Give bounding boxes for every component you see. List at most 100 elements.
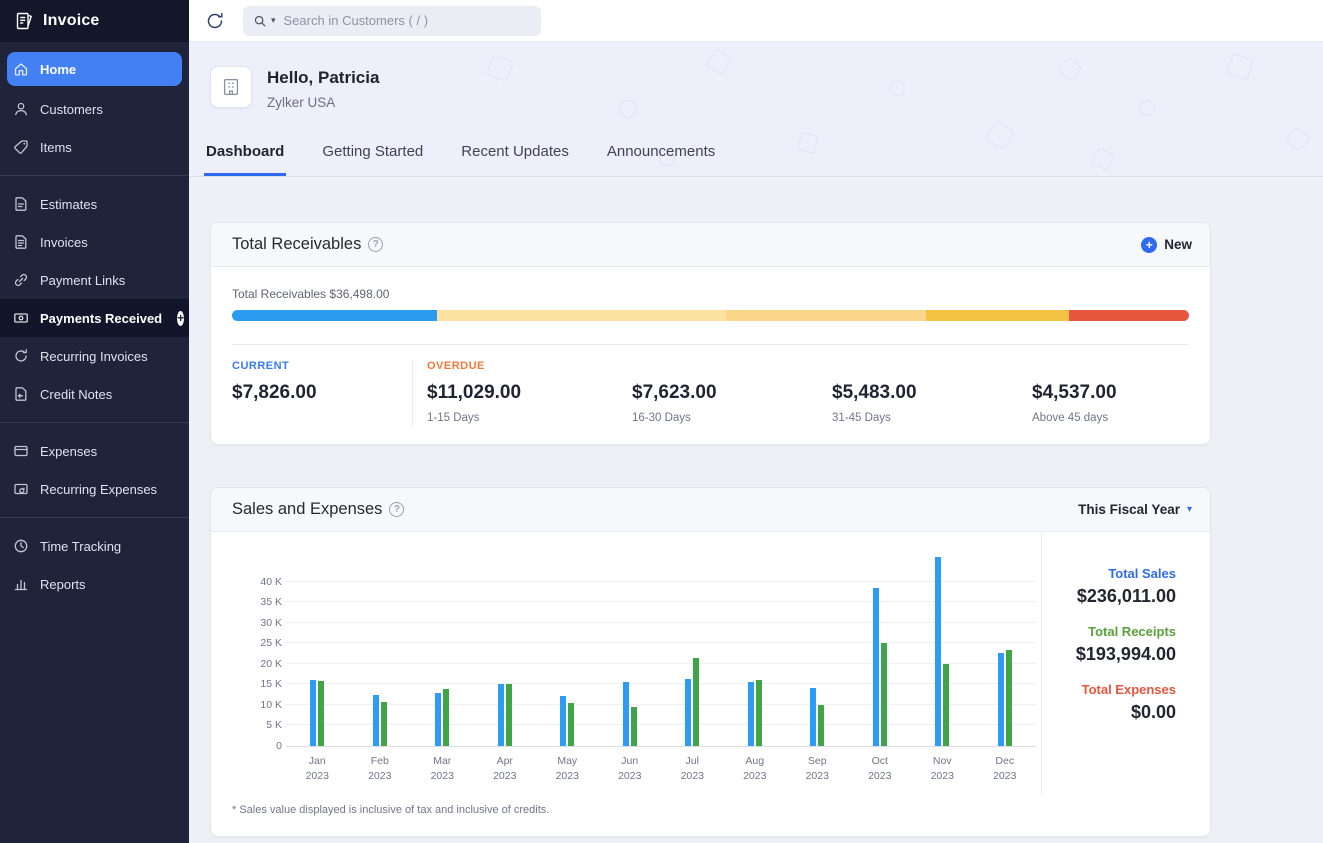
sales-bar: [373, 695, 379, 746]
page-content: Total Receivables ? + New Total Receivab…: [189, 177, 1323, 843]
decorative-doodle: [705, 48, 733, 76]
decorative-doodle: [619, 100, 637, 118]
sidebar-divider: [0, 422, 189, 423]
sidebar-item-label: Time Tracking: [40, 539, 121, 554]
sales-bar: [310, 680, 316, 746]
org-avatar[interactable]: [210, 66, 252, 108]
sidebar-item-expenses[interactable]: Expenses: [0, 432, 189, 470]
sidebar-item-label: Customers: [40, 102, 103, 117]
tab-recent-updates[interactable]: Recent Updates: [459, 143, 571, 176]
decorative-doodle: [1285, 126, 1310, 151]
y-axis-tick: 35 K: [236, 596, 282, 608]
decorative-doodle: [1226, 53, 1254, 81]
home-icon: [13, 61, 29, 77]
receipts-bar: [506, 684, 512, 746]
stat-amount: $11,029.00: [427, 382, 632, 404]
sidebar-item-time-tracking[interactable]: Time Tracking: [0, 527, 189, 565]
bar-group-jan-2023: [286, 557, 349, 746]
x-axis-label: May2023: [536, 754, 599, 784]
sidebar-item-label: Reports: [40, 577, 86, 592]
overdue-column-4: $4,537.00 Above 45 days: [1032, 360, 1189, 426]
sidebar-header: Invoice: [0, 0, 189, 42]
search-scope-chevron-icon[interactable]: ▾: [271, 15, 276, 26]
receipts-bar: [756, 680, 762, 746]
estimates-icon: [13, 196, 29, 212]
sidebar-item-label: Home: [40, 62, 76, 77]
decorative-doodle: [1139, 100, 1155, 116]
receivables-summary: Total Receivables $36,498.00: [232, 287, 1189, 301]
aging-segment: [926, 310, 1070, 321]
sales-title: Sales and Expenses: [232, 500, 382, 519]
sidebar-item-reports[interactable]: Reports: [0, 565, 189, 603]
sales-bar: [935, 557, 941, 746]
sidebar-item-items[interactable]: Items: [0, 128, 189, 166]
stat-label: [1032, 360, 1189, 374]
sales-expenses-card: Sales and Expenses ? This Fiscal Year ▾ …: [210, 487, 1211, 837]
sales-bar: [498, 684, 504, 746]
decorative-doodle: [889, 80, 905, 96]
sidebar-item-credit-notes[interactable]: Credit Notes: [0, 375, 189, 413]
aging-segment: [1069, 310, 1189, 321]
items-icon: [13, 139, 29, 155]
bar-group-oct-2023: [849, 557, 912, 746]
stat-amount: $7,623.00: [632, 382, 832, 404]
sidebar-item-label: Recurring Expenses: [40, 482, 157, 497]
x-axis-label: Nov2023: [911, 754, 974, 784]
reports-icon: [13, 576, 29, 592]
hero-user: Hello, Patricia Zylker USA: [210, 66, 379, 110]
sidebar-item-recurring-expenses[interactable]: Recurring Expenses: [0, 470, 189, 508]
chevron-down-icon: ▾: [1187, 504, 1192, 515]
dashboard-tabs: Dashboard Getting Started Recent Updates An…: [204, 143, 717, 176]
credit-notes-icon: [13, 386, 29, 402]
global-search[interactable]: ▾: [243, 6, 541, 36]
sidebar: Invoice Home Customers Items Estimates Invoi…: [0, 0, 189, 843]
help-icon[interactable]: ?: [389, 502, 404, 517]
aging-stats-row: CURRENT$7,826.00OVERDUE$11,029.001-15 Da…: [232, 344, 1189, 426]
sidebar-item-payments-received[interactable]: Payments Received+: [0, 299, 189, 337]
stat-label: CURRENT: [232, 360, 412, 374]
sidebar-item-estimates[interactable]: Estimates: [0, 185, 189, 223]
decorative-doodle: [985, 120, 1015, 150]
sidebar-item-payment-links[interactable]: Payment Links: [0, 261, 189, 299]
x-axis-label: Sep2023: [786, 754, 849, 784]
decorative-doodle: [1091, 147, 1116, 172]
stat-period: 1-15 Days: [427, 412, 632, 426]
total-label: Total Receipts: [1042, 624, 1176, 639]
stat-amount: $4,537.00: [1032, 382, 1189, 404]
x-axis-label: Mar2023: [411, 754, 474, 784]
chart-plot: 05 K10 K15 K20 K25 K30 K35 K40 K: [286, 558, 1036, 747]
sidebar-item-invoices[interactable]: Invoices: [0, 223, 189, 261]
y-axis-tick: 0: [236, 740, 282, 752]
receivables-body: Total Receivables $36,498.00 CURRENT$7,8…: [211, 267, 1210, 444]
aging-segment: [437, 310, 726, 321]
y-axis-tick: 15 K: [236, 678, 282, 690]
total-amount: $236,011.00: [1042, 586, 1176, 607]
history-refresh-icon[interactable]: [205, 11, 225, 31]
plus-circle-icon[interactable]: +: [177, 311, 184, 326]
sidebar-item-label: Invoices: [40, 235, 88, 250]
time-tracking-icon: [13, 538, 29, 554]
greeting-text: Hello, Patricia: [267, 68, 379, 88]
sidebar-item-recurring-invoices[interactable]: Recurring Invoices: [0, 337, 189, 375]
sidebar-item-label: Estimates: [40, 197, 97, 212]
fiscal-year-selector[interactable]: This Fiscal Year ▾: [1078, 502, 1192, 517]
tab-announcements[interactable]: Announcements: [605, 143, 717, 176]
tab-getting-started[interactable]: Getting Started: [320, 143, 425, 176]
sidebar-divider: [0, 517, 189, 518]
total-label: Total Expenses: [1042, 682, 1176, 697]
stat-period: Above 45 days: [1032, 412, 1189, 426]
y-axis-tick: 20 K: [236, 658, 282, 670]
new-button[interactable]: + New: [1141, 237, 1192, 253]
y-axis-tick: 25 K: [236, 637, 282, 649]
sales-bar: [685, 679, 691, 746]
aging-segment: [232, 310, 437, 321]
tab-dashboard[interactable]: Dashboard: [204, 143, 286, 176]
help-icon[interactable]: ?: [368, 237, 383, 252]
search-input[interactable]: [284, 13, 531, 28]
sidebar-item-customers[interactable]: Customers: [0, 90, 189, 128]
sidebar-item-home[interactable]: Home: [7, 52, 182, 86]
y-axis-tick: 40 K: [236, 576, 282, 588]
y-axis-tick: 30 K: [236, 617, 282, 629]
receivables-card-header: Total Receivables ? + New: [211, 223, 1210, 267]
stat-label: [832, 360, 1032, 374]
